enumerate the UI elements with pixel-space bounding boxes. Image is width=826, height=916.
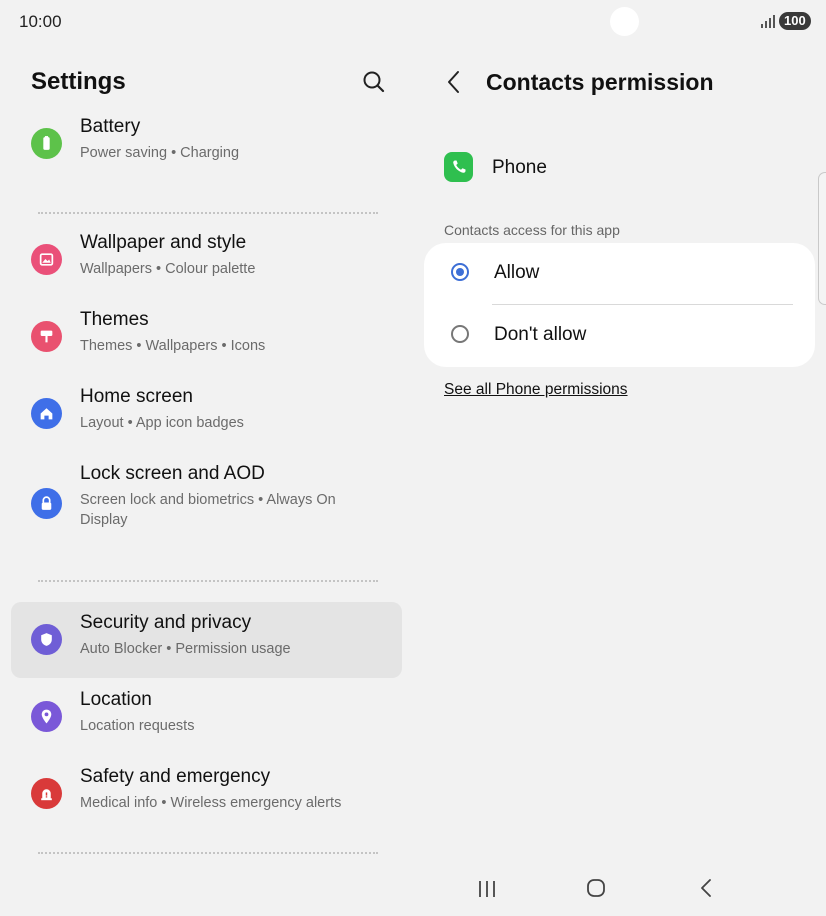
paint-roller-icon (31, 321, 62, 352)
navigation-bar (0, 860, 826, 916)
settings-item-themes[interactable]: Themes Themes • Wallpapers • Icons (11, 299, 402, 375)
settings-item-subtitle: Location requests (80, 718, 195, 734)
settings-item-wallpaper-and-style[interactable]: Wallpaper and style Wallpapers • Colour … (11, 222, 402, 298)
settings-item-title: Safety and emergency (80, 766, 271, 787)
location-pin-icon (31, 701, 62, 732)
settings-item-title: Wallpaper and style (80, 232, 247, 253)
recent-apps-icon (479, 881, 495, 897)
edge-panel-handle[interactable] (818, 172, 826, 305)
search-button[interactable] (360, 68, 388, 96)
front-camera-cutout (610, 7, 639, 36)
option-allow[interactable]: Allow (424, 244, 815, 304)
settings-item-title: Lock screen and AOD (80, 463, 265, 484)
option-label: Allow (494, 262, 540, 283)
battery-level-badge: 100 (779, 12, 811, 30)
settings-item-title: Battery (80, 116, 141, 137)
emergency-icon (31, 778, 62, 809)
chevron-left-icon (448, 71, 459, 93)
settings-item-title: Home screen (80, 386, 193, 407)
home-nav-icon (587, 879, 605, 897)
option-label: Don't allow (494, 324, 587, 345)
settings-item-subtitle: Power saving • Charging (80, 145, 240, 161)
settings-item-title: Themes (80, 309, 149, 330)
settings-item-subtitle: Medical info • Wireless emergency alerts (80, 795, 342, 811)
settings-item-home-screen[interactable]: Home screen Layout • App icon badges (11, 376, 402, 452)
permission-options-card: Allow Don't allow (424, 243, 815, 367)
settings-item-subtitle: Screen lock and biometrics • Always On D… (80, 492, 336, 528)
section-divider (38, 212, 378, 214)
app-name: Phone (492, 157, 547, 178)
battery-icon (31, 128, 62, 159)
recent-apps-button[interactable] (469, 870, 505, 906)
back-nav-icon (701, 879, 711, 897)
status-time: 10:00 (19, 12, 62, 31)
settings-list-panel: Settings Battery Power saving • Charging… (0, 44, 414, 854)
home-button[interactable] (578, 870, 614, 906)
settings-item-subtitle: Wallpapers • Colour palette (80, 261, 256, 277)
nav-back-button[interactable] (688, 870, 724, 906)
signal-strength-icon (760, 14, 776, 28)
home-icon (31, 398, 62, 429)
settings-item-battery[interactable]: Battery Power saving • Charging (11, 106, 402, 182)
shield-icon (31, 624, 62, 655)
status-bar: 10:00 100 (0, 0, 826, 44)
back-button[interactable] (442, 68, 466, 96)
settings-item-safety-and-emergency[interactable]: Safety and emergency Medical info • Wire… (11, 756, 402, 832)
section-divider (38, 580, 378, 582)
settings-item-title: Security and privacy (80, 612, 252, 633)
contacts-permission-panel: Contacts permission Phone Contacts acces… (414, 44, 826, 844)
option-dont-allow[interactable]: Don't allow (424, 306, 815, 366)
settings-title: Settings (31, 68, 126, 95)
phone-app-icon (444, 152, 473, 182)
option-divider (492, 304, 793, 305)
settings-item-subtitle: Layout • App icon badges (80, 415, 244, 431)
page-title: Contacts permission (486, 69, 714, 95)
settings-item-lock-screen-and-aod[interactable]: Lock screen and AOD Screen lock and biom… (11, 453, 402, 553)
radio-unselected-icon (451, 325, 469, 343)
search-icon (363, 71, 385, 93)
settings-item-security-and-privacy[interactable]: Security and privacy Auto Blocker • Perm… (11, 602, 402, 678)
settings-item-subtitle: Auto Blocker • Permission usage (80, 641, 291, 657)
section-label: Contacts access for this app (444, 222, 620, 238)
see-all-permissions-link[interactable]: See all Phone permissions (444, 381, 628, 399)
radio-selected-icon (451, 263, 469, 281)
section-divider (38, 852, 378, 854)
settings-item-title: Location (80, 689, 152, 710)
lock-icon (31, 488, 62, 519)
wallpaper-icon (31, 244, 62, 275)
settings-item-location[interactable]: Location Location requests (11, 679, 402, 755)
settings-item-subtitle: Themes • Wallpapers • Icons (80, 338, 266, 354)
